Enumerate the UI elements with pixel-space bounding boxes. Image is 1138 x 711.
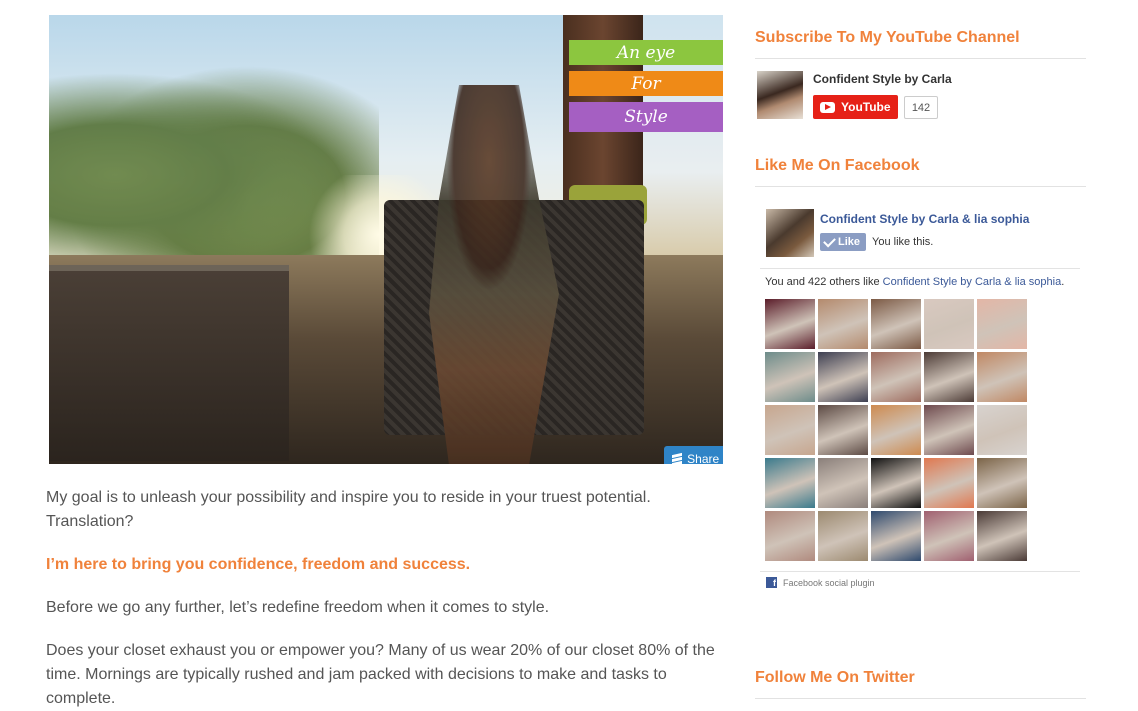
fan-avatar[interactable] [818,352,868,402]
facebook-plugin-footer: f Facebook social plugin [766,577,875,588]
facebook-like-button[interactable]: Like [820,233,866,251]
facebook-icon: f [766,577,777,588]
fan-avatar[interactable] [765,299,815,349]
logo-line-3: Style [569,102,723,132]
checkmark-icon [823,234,836,247]
facebook-page-thumbnail[interactable] [766,209,814,257]
paragraph-goal: My goal is to unleash your possibility a… [46,489,651,530]
paragraph-freedom: Before we go any further, let’s redefine… [46,599,550,616]
fan-avatar[interactable] [765,458,815,508]
fan-avatar[interactable] [871,511,921,561]
highlight-text: I’m here to bring you confidence, freedo… [46,556,471,573]
fan-avatar[interactable] [871,299,921,349]
fan-avatar[interactable] [924,299,974,349]
patio-table [49,265,289,461]
divider [755,698,1086,699]
fan-avatar[interactable] [977,405,1027,455]
like-label: Like [838,236,861,248]
subscriber-count: 142 [904,96,938,119]
fan-avatar[interactable] [765,511,815,561]
fan-avatar[interactable] [977,511,1027,561]
fan-avatar[interactable] [924,405,974,455]
facebook-like-box: Confident Style by Carla & lia sophia Li… [758,196,1080,594]
fan-avatar[interactable] [765,405,815,455]
youtube-widget-title: Subscribe To My YouTube Channel [755,29,1020,46]
fan-avatar[interactable] [924,511,974,561]
fan-avatar[interactable] [818,405,868,455]
likes-summary: You and 422 others like Confident Style … [765,276,1064,288]
fan-avatar[interactable] [818,511,868,561]
youtube-subscribe-button[interactable]: YouTube [813,95,898,119]
likes-count-text: You and 422 others like [765,276,883,288]
fan-avatar[interactable] [977,352,1027,402]
youtube-play-icon [820,101,835,113]
share-image-label: Share Image [687,451,723,465]
fan-avatar[interactable] [924,352,974,402]
divider [755,58,1086,59]
facebook-page-name[interactable]: Confident Style by Carla & lia sophia [820,212,1029,226]
facebook-page-link[interactable]: Confident Style by Carla & lia sophia [883,276,1062,288]
logo-line-1: An eye [569,40,723,65]
fan-avatar[interactable] [977,299,1027,349]
channel-avatar[interactable] [757,71,803,119]
youtube-button-label: YouTube [841,100,891,114]
facebook-plugin-label: Facebook social plugin [783,577,875,588]
fan-avatar[interactable] [977,458,1027,508]
divider [755,186,1086,187]
you-like-text: You like this. [872,236,934,248]
fan-avatar[interactable] [924,458,974,508]
fan-faces-grid [765,299,1030,561]
share-image-button[interactable]: Share Image [664,446,723,464]
an-eye-for-style-logo: An eye For Style [569,40,723,138]
divider [760,268,1080,269]
fan-avatar[interactable] [871,405,921,455]
channel-name[interactable]: Confident Style by Carla [813,72,952,86]
fan-avatar[interactable] [765,352,815,402]
featured-image: An eye For Style Share Image [49,15,723,464]
layers-icon [672,452,683,464]
divider [760,571,1080,572]
fan-avatar[interactable] [871,458,921,508]
likes-summary-end: . [1061,276,1065,288]
facebook-widget-title: Like Me On Facebook [755,157,920,174]
paragraph-closet: Does your closet exhaust you or empower … [46,642,715,707]
twitter-widget-title: Follow Me On Twitter [755,669,915,686]
fan-avatar[interactable] [871,352,921,402]
fan-avatar[interactable] [818,458,868,508]
logo-line-2: For [569,71,723,96]
fan-avatar[interactable] [818,299,868,349]
